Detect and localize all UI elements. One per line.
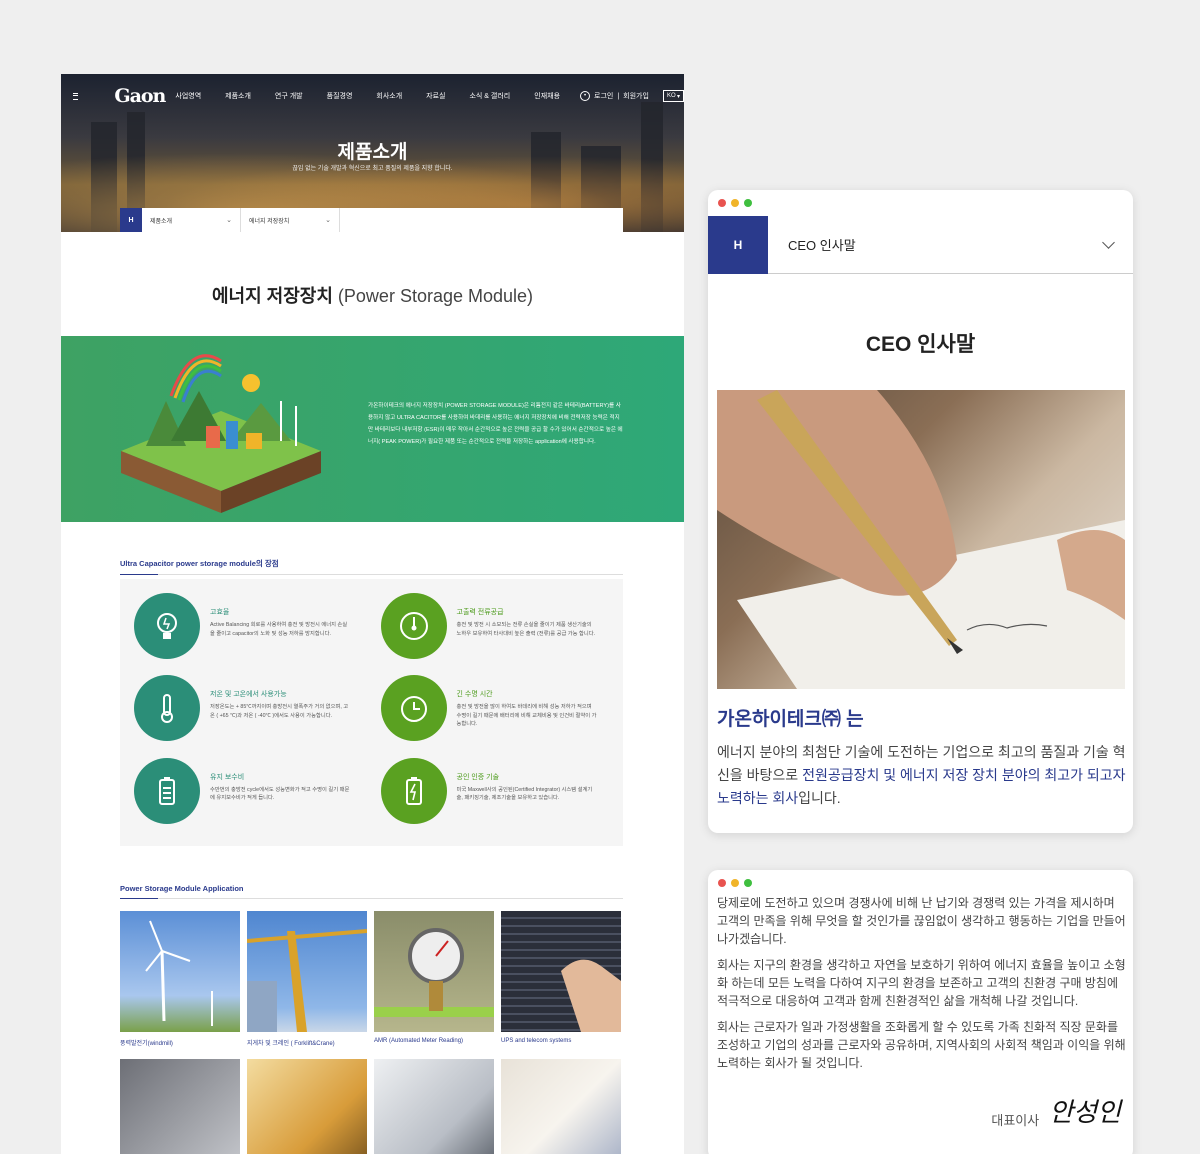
robot-arm-photo (120, 1059, 240, 1154)
application-card[interactable] (374, 1059, 494, 1154)
application-card[interactable]: AMR (Automated Meter Reading) (374, 911, 494, 1047)
features-heading: Ultra Capacitor power storage module의 장점 (120, 558, 623, 575)
close-dot-icon (718, 199, 726, 207)
gauge-icon (380, 593, 447, 659)
user-icon: • (580, 91, 591, 101)
applications-grid: 풍력발전기(windmill) 지게차 및 크레인 ( Forklift&Cra… (120, 911, 623, 1154)
clock-icon (380, 675, 447, 742)
menu-item[interactable]: 사업영역 (175, 91, 201, 101)
signature: 안성인 (1049, 1098, 1121, 1128)
hero-banner: Gaon 사업영역 제품소개 연구 개발 품질경영 회사소개 자료실 소식 & … (61, 74, 684, 232)
message-paragraph: 회사는 근로자가 일과 가정생활을 조화롭게 할 수 있도록 가족 친화적 직장… (717, 1020, 1126, 1070)
menu-item[interactable]: 자료실 (426, 91, 445, 101)
application-card[interactable] (501, 1059, 621, 1154)
feature-item: 고효율 Active Balancing 회로를 사용하여 충전 및 방전시 에너… (134, 593, 363, 675)
menu-item[interactable]: 품질경영 (327, 91, 353, 101)
main-page-mockup: Gaon 사업영역 제품소개 연구 개발 품질경영 회사소개 자료실 소식 & … (61, 74, 684, 1154)
page-title: 에너지 저장장치 (Power Storage Module) (211, 286, 534, 306)
menu-item[interactable]: 연구 개발 (275, 91, 303, 101)
bulb-icon (134, 593, 200, 659)
window-controls (718, 879, 752, 887)
medical-scanner-photo (501, 1059, 621, 1154)
intro-text: 가온하이테크의 에너지 저장장치 (POWER STORAGE MODULE)은… (368, 403, 623, 445)
application-card[interactable]: 지게차 및 크레인 ( Forklift&Crane) (247, 911, 367, 1047)
signing-hand-photo (717, 390, 1125, 689)
maximize-dot-icon (744, 879, 752, 887)
home-button[interactable]: H (120, 208, 142, 232)
ceo-title: CEO 인사말 (865, 333, 976, 356)
minimize-dot-icon (731, 199, 739, 207)
application-card[interactable]: 풍력발전기(windmill) (120, 911, 240, 1047)
menu-item[interactable]: 소식 & 갤러리 (469, 91, 510, 101)
feature-item: 고출력 전류공급 충전 및 방전 시 소모되는 전류 손실을 줄이기 제품 생산기… (380, 593, 610, 675)
application-card[interactable]: UPS and telecom systems (501, 911, 621, 1047)
server-rack-photo (501, 911, 621, 1032)
hamburger-icon[interactable] (73, 92, 79, 100)
company-description: 에너지 분야의 최첨단 기술에 도전하는 기업으로 최고의 품질과 기술 혁신을… (717, 744, 1126, 806)
ceo-message-body: 당제로에 도전하고 있으며 경쟁사에 비해 난 납기와 경쟁력 있는 가격을 제… (717, 894, 1127, 1080)
hero-title: 제품소개 (337, 142, 408, 163)
menu-item[interactable]: 제품소개 (225, 91, 251, 101)
feature-item: 저온 및 고온에서 사용가능 저장온도는 + 85℃까지이며 충방전시 열폭주가 … (134, 675, 363, 757)
energy-island-illustration (121, 354, 321, 513)
thermometer-icon (134, 675, 200, 742)
ceo-greeting-card: H CEO 인사말 CEO 인사말 가온하이테크㈜ 는 에너지 분야의 최첨단 … (708, 190, 1133, 833)
features-grid: 고효율 Active Balancing 회로를 사용하여 충전 및 방전시 에너… (120, 579, 623, 846)
top-nav: Gaon 사업영역 제품소개 연구 개발 품질경영 회사소개 자료실 소식 & … (61, 74, 684, 118)
caret-down-icon: ▾ (676, 94, 680, 100)
sub-navigation: H 제품소개 ⌄ 에너지 저장장치 ⌄ (120, 208, 623, 232)
battery-icon (134, 757, 200, 824)
ceo-role: 대표이사 (991, 1113, 1040, 1128)
category-dropdown[interactable]: 제품소개 ⌄ (142, 208, 241, 232)
close-dot-icon (718, 879, 726, 887)
feature-item: 유지 보수비 수만번의 충방전 cycle에서도 성능변화가 적고 수명이 길기 … (134, 757, 363, 840)
chip-photo (247, 1059, 367, 1154)
ceo-message-card: 당제로에 도전하고 있으며 경쟁사에 비해 난 납기와 경쟁력 있는 가격을 제… (708, 870, 1133, 1154)
login-link[interactable]: 로그인 (594, 91, 613, 101)
hero-subtitle: 끊임 없는 기술 개발과 혁신으로 최고 품질의 제품을 지향 합니다. (292, 166, 453, 172)
section-dropdown[interactable]: CEO 인사말 (788, 235, 1104, 254)
windmill-photo (120, 911, 240, 1032)
menu-item[interactable]: 회사소개 (376, 91, 402, 101)
chevron-down-icon: ⌄ (226, 217, 232, 224)
language-select[interactable]: KO ▾ (662, 90, 684, 102)
intro-banner: 가온하이테크의 에너지 저장장치 (POWER STORAGE MODULE)은… (61, 336, 684, 522)
home-button[interactable]: H (708, 215, 768, 274)
crane-photo (247, 911, 367, 1032)
application-card[interactable] (120, 1059, 240, 1154)
chevron-down-icon[interactable] (1102, 236, 1115, 249)
feature-item: 긴 수명 시간 충전 및 방전을 많이 하여도 바데리에 비해 성능 저하가 적으… (380, 675, 610, 757)
signup-link[interactable]: 회원가입 (623, 91, 649, 101)
applications-heading: Power Storage Module Application (120, 884, 623, 899)
ev-charging-photo (374, 1059, 494, 1154)
logo[interactable]: Gaon (114, 85, 166, 107)
battery-bolt-icon (380, 757, 447, 824)
chevron-down-icon: ⌄ (325, 217, 331, 224)
auth-links: • 로그인 | 회원가입 (580, 91, 649, 101)
mobile-subnav: H CEO 인사말 (708, 215, 1133, 274)
maximize-dot-icon (744, 199, 752, 207)
main-menu: 사업영역 제품소개 연구 개발 품질경영 회사소개 자료실 소식 & 갤러리 인… (175, 91, 584, 101)
minimize-dot-icon (731, 879, 739, 887)
window-controls (718, 199, 752, 207)
feature-item: 공인 인증 기술 미국 Maxwell사의 공인된(Certified Integ… (380, 757, 610, 840)
company-heading: 가온하이테크㈜ 는 (717, 709, 864, 730)
message-paragraph: 당제로에 도전하고 있으며 경쟁사에 비해 난 납기와 경쟁력 있는 가격을 제… (717, 896, 1126, 946)
application-card[interactable] (247, 1059, 367, 1154)
subcategory-dropdown[interactable]: 에너지 저장장치 ⌄ (241, 208, 340, 232)
ceo-signature: 대표이사 안성인 (991, 1092, 1121, 1129)
menu-item[interactable]: 인재채용 (534, 91, 560, 101)
message-paragraph: 회사는 지구의 환경을 생각하고 자연을 보호하기 위하여 에너지 효율을 높이… (717, 958, 1126, 1008)
meter-photo (374, 911, 494, 1032)
